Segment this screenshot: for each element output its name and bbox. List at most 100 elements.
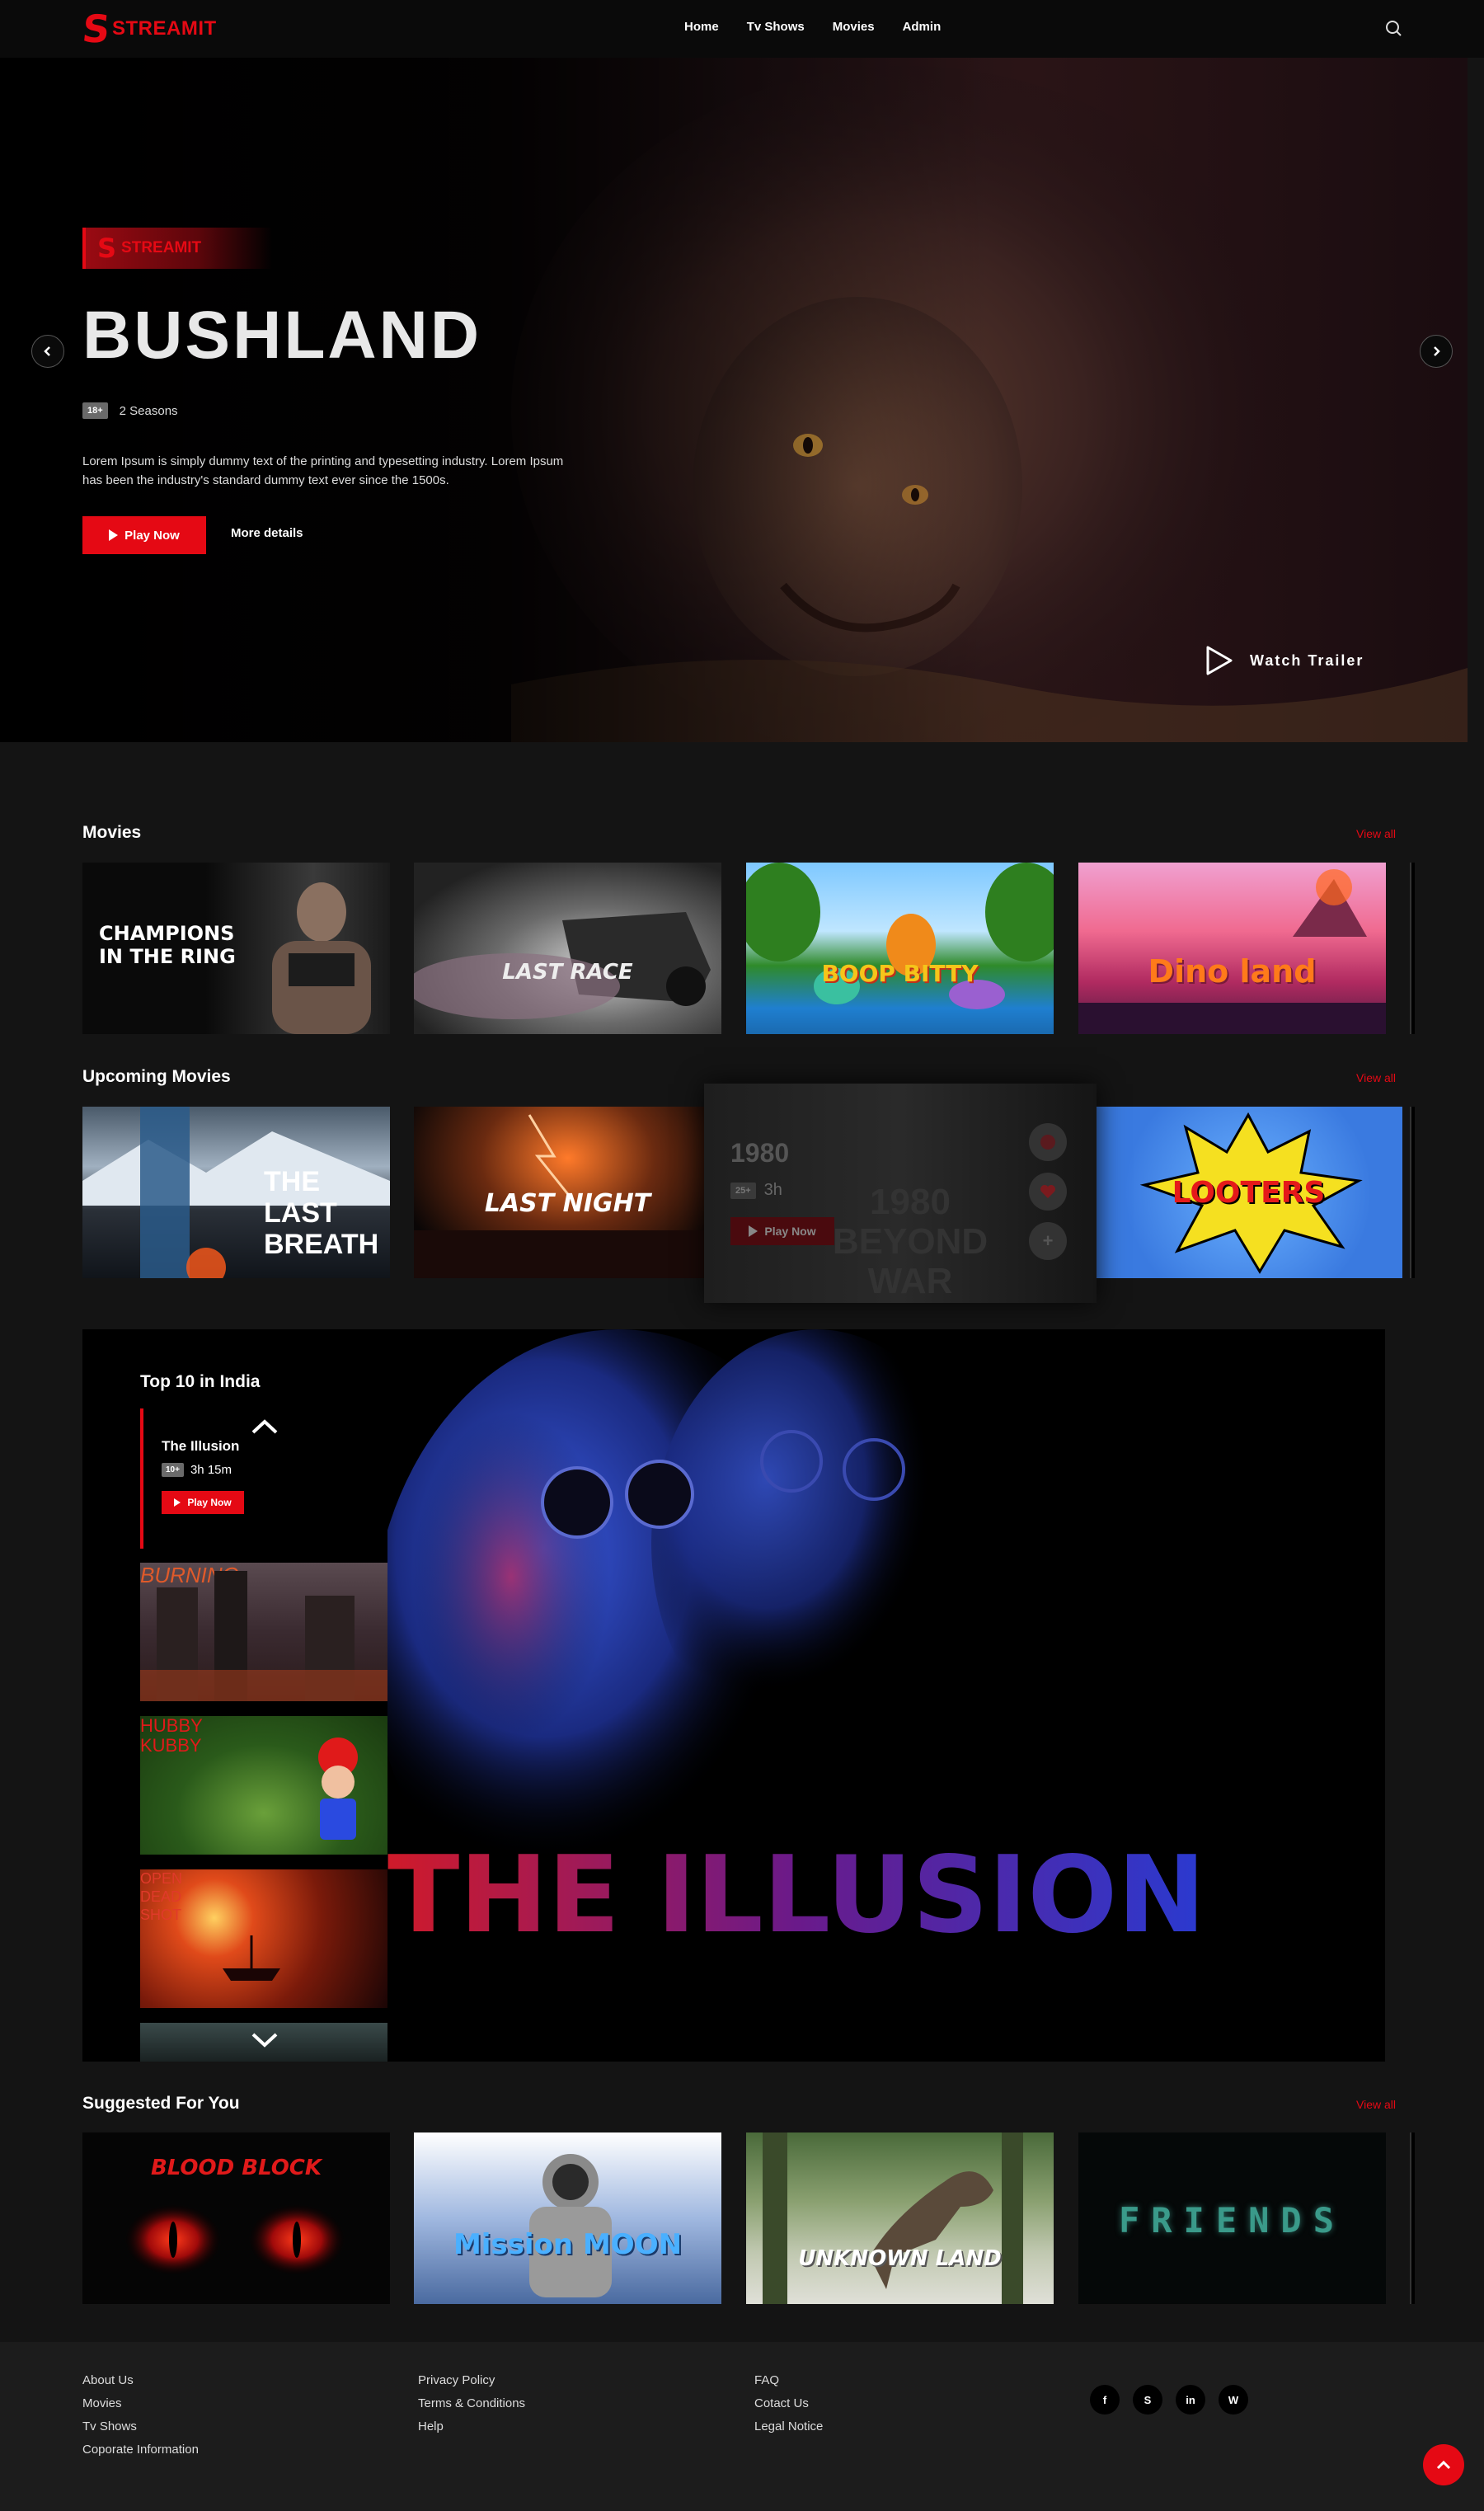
thumb-image bbox=[140, 1571, 387, 1701]
more-details-link[interactable]: More details bbox=[231, 526, 303, 540]
next-card-peek bbox=[1410, 863, 1415, 1034]
movie-card[interactable]: FRIENDS bbox=[1078, 2132, 1386, 2304]
hover-meta: 25+ 3h bbox=[730, 1181, 782, 1200]
card-title: BLOOD BLOCK bbox=[150, 2156, 322, 2180]
like-button[interactable] bbox=[1029, 1173, 1067, 1211]
movies-section-title: Movies bbox=[82, 823, 142, 842]
watch-trailer-button[interactable]: Watch Trailer bbox=[1205, 645, 1364, 676]
hero-brand-badge: S STREAMIT bbox=[82, 228, 272, 269]
featured-play-button[interactable]: Play Now bbox=[162, 1491, 244, 1514]
play-icon bbox=[749, 1225, 758, 1237]
footer-link-tv-shows[interactable]: Tv Shows bbox=[82, 2419, 199, 2433]
movie-card[interactable]: LAST NIGHT bbox=[414, 1107, 721, 1278]
hero-overlay bbox=[0, 58, 989, 742]
chevron-up-icon bbox=[1436, 2460, 1451, 2470]
card-title: FRIENDS bbox=[1118, 2200, 1345, 2241]
brand-logo[interactable]: S STREAMIT bbox=[80, 7, 217, 51]
top10-thumb[interactable]: OPEN DEAD SHOT bbox=[140, 1869, 387, 2008]
nav-movies[interactable]: Movies bbox=[833, 20, 875, 34]
footer-column-3: FAQ Cotact Us Legal Notice bbox=[754, 2373, 823, 2433]
footer-link-legal[interactable]: Legal Notice bbox=[754, 2419, 823, 2433]
card-thumbnail bbox=[763, 2132, 1023, 2304]
movie-card[interactable]: BLOOD BLOCK bbox=[82, 2132, 390, 2304]
footer-link-corporate[interactable]: Coporate Information bbox=[82, 2443, 199, 2457]
chevron-right-icon bbox=[1434, 346, 1440, 356]
age-rating-badge: 10+ bbox=[162, 1463, 184, 1477]
movie-card[interactable]: CHAMPIONS IN THE RING bbox=[82, 863, 390, 1034]
scroll-down-button[interactable] bbox=[251, 2032, 279, 2053]
back-to-top-button[interactable] bbox=[1423, 2444, 1464, 2485]
footer-link-privacy[interactable]: Privacy Policy bbox=[418, 2373, 525, 2387]
movie-card[interactable]: THE LAST BREATH bbox=[82, 1107, 390, 1278]
suggested-view-all-link[interactable]: View all bbox=[1356, 2098, 1396, 2111]
card-title: CHAMPIONS IN THE RING bbox=[99, 922, 236, 968]
hover-title: 1980 bbox=[730, 1138, 790, 1168]
social-links: f S in W bbox=[1090, 2385, 1248, 2415]
card-title: LAST RACE bbox=[502, 960, 633, 985]
scroll-up-button[interactable] bbox=[251, 1418, 279, 1439]
share-button[interactable] bbox=[1029, 1123, 1067, 1161]
card-title: UNKNOWN LAND bbox=[798, 2246, 1002, 2271]
hero-title: BUSHLAND bbox=[82, 298, 482, 373]
nav-admin[interactable]: Admin bbox=[903, 20, 942, 34]
card-title: LOOTERS bbox=[1172, 1176, 1326, 1210]
hovered-movie-card[interactable]: 1980 BEYOND WAR 1980 25+ 3h Play Now + bbox=[704, 1084, 1097, 1303]
footer-link-contact[interactable]: Cotact Us bbox=[754, 2396, 823, 2410]
movie-card[interactable]: LAST RACE bbox=[414, 863, 721, 1034]
chevron-down-icon bbox=[251, 2033, 278, 2048]
footer-link-faq[interactable]: FAQ bbox=[754, 2373, 823, 2387]
facebook-icon[interactable]: f bbox=[1090, 2385, 1120, 2415]
footer-link-help[interactable]: Help bbox=[418, 2419, 525, 2433]
footer-link-terms[interactable]: Terms & Conditions bbox=[418, 2396, 525, 2410]
movie-card[interactable]: Mission MOON bbox=[414, 2132, 721, 2304]
movie-card[interactable]: BOOP BITTY bbox=[746, 863, 1054, 1034]
next-card-peek bbox=[1410, 1107, 1415, 1278]
chevron-left-icon bbox=[44, 346, 50, 356]
hero-next-button[interactable] bbox=[1420, 335, 1453, 368]
movie-card[interactable]: UNKNOWN LAND bbox=[746, 2132, 1054, 2304]
site-footer: About Us Movies Tv Shows Coporate Inform… bbox=[0, 2342, 1484, 2511]
movie-card[interactable]: Dino land bbox=[1078, 863, 1386, 1034]
card-title: BOOP BITTY bbox=[821, 960, 979, 987]
card-thumbnail bbox=[414, 912, 711, 1019]
top10-featured-card[interactable]: The Illusion 10+ 3h 15m Play Now bbox=[140, 1408, 330, 1549]
skype-icon[interactable]: S bbox=[1133, 2385, 1162, 2415]
whatsapp-icon[interactable]: W bbox=[1219, 2385, 1248, 2415]
hero-prev-button[interactable] bbox=[31, 335, 64, 368]
banner-title: THE ILLUSION bbox=[387, 1834, 1205, 1957]
nav-home[interactable]: Home bbox=[684, 20, 719, 34]
footer-link-about[interactable]: About Us bbox=[82, 2373, 199, 2387]
top10-thumb[interactable]: BURNING bbox=[140, 1563, 387, 1701]
play-now-button[interactable]: Play Now bbox=[82, 516, 206, 554]
share-icon bbox=[1040, 1135, 1055, 1150]
search-icon[interactable] bbox=[1383, 18, 1405, 40]
card-title: Mission MOON bbox=[453, 2228, 683, 2261]
plus-icon: + bbox=[1042, 1230, 1054, 1251]
play-outline-icon bbox=[1206, 646, 1233, 675]
top10-banner-image: THE ILLUSION bbox=[387, 1329, 1385, 2062]
thumb-image bbox=[223, 1935, 280, 1981]
upcoming-section-title: Upcoming Movies bbox=[82, 1067, 231, 1086]
footer-link-movies[interactable]: Movies bbox=[82, 2396, 199, 2410]
card-title: THE LAST BREATH bbox=[264, 1166, 379, 1260]
trailer-label: Watch Trailer bbox=[1250, 651, 1364, 669]
footer-column-2: Privacy Policy Terms & Conditions Help bbox=[418, 2373, 525, 2433]
card-thumbnail bbox=[746, 863, 1054, 1009]
top-navbar: S STREAMIT Home Tv Shows Movies Admin bbox=[0, 0, 1484, 58]
top10-thumb[interactable]: HUBBY KUBBY bbox=[140, 1716, 387, 1855]
card-title: Dino land bbox=[1148, 953, 1317, 990]
movies-view-all-link[interactable]: View all bbox=[1356, 827, 1396, 840]
age-rating-badge: 25+ bbox=[730, 1182, 756, 1199]
brand-name: STREAMIT bbox=[112, 17, 217, 40]
linkedin-icon[interactable]: in bbox=[1176, 2385, 1205, 2415]
hero-meta: 18+ 2 Seasons bbox=[82, 402, 178, 419]
hero-description: Lorem Ipsum is simply dummy text of the … bbox=[82, 454, 564, 487]
top10-section: THE ILLUSION Top 10 in India The Illusio… bbox=[82, 1329, 1385, 2062]
movie-card[interactable]: LOOTERS bbox=[1095, 1107, 1402, 1278]
nav-tv-shows[interactable]: Tv Shows bbox=[747, 20, 805, 34]
featured-title: The Illusion bbox=[162, 1438, 240, 1454]
badge-text: STREAMIT bbox=[121, 239, 202, 256]
add-to-list-button[interactable]: + bbox=[1029, 1222, 1067, 1260]
hover-play-button[interactable]: Play Now bbox=[730, 1217, 834, 1245]
upcoming-view-all-link[interactable]: View all bbox=[1356, 1071, 1396, 1084]
